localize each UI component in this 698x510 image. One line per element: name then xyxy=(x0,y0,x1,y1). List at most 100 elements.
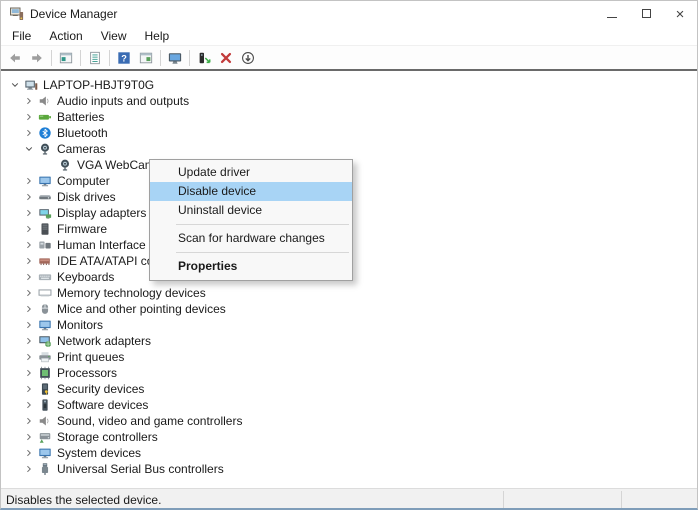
tree-item-monitors[interactable]: Monitors xyxy=(1,317,697,333)
tree-item-sound-video-and-game-controllers[interactable]: Sound, video and game controllers xyxy=(1,413,697,429)
status-divider xyxy=(621,491,622,509)
speaker-icon xyxy=(37,413,53,429)
chevron-right-icon[interactable] xyxy=(21,429,37,445)
tree-item-print-queues[interactable]: Print queues xyxy=(1,349,697,365)
toolbar-separator xyxy=(160,50,161,66)
disk-icon xyxy=(37,189,53,205)
chevron-right-icon[interactable] xyxy=(21,301,37,317)
chevron-right-icon[interactable] xyxy=(21,381,37,397)
context-menu-item-disable-device[interactable]: Disable device xyxy=(150,182,352,201)
speaker-icon xyxy=(37,93,53,109)
menu-file[interactable]: File xyxy=(3,28,40,44)
chevron-right-icon[interactable] xyxy=(21,349,37,365)
minimize-button[interactable] xyxy=(595,1,629,27)
chevron-right-icon[interactable] xyxy=(21,125,37,141)
close-button[interactable]: × xyxy=(663,1,697,27)
tree-item-audio-inputs-and-outputs[interactable]: Audio inputs and outputs xyxy=(1,93,697,109)
tree-item-network-adapters[interactable]: Network adapters xyxy=(1,333,697,349)
menu-help[interactable]: Help xyxy=(136,28,179,44)
properties-window-icon xyxy=(138,50,154,66)
chevron-right-icon[interactable] xyxy=(21,333,37,349)
toolbar-button-show-console-tree[interactable] xyxy=(55,47,77,68)
tree-item-cameras[interactable]: Cameras xyxy=(1,141,697,157)
chevron-down-icon[interactable] xyxy=(7,77,23,93)
hid-icon xyxy=(37,237,53,253)
tree-item-label: Firmware xyxy=(57,222,107,236)
menu-action[interactable]: Action xyxy=(40,28,91,44)
context-menu-separator xyxy=(176,224,349,225)
status-bar: Disables the selected device. xyxy=(1,488,697,510)
uninstall-icon xyxy=(218,50,234,66)
maximize-button[interactable] xyxy=(629,1,663,27)
tree-item-label: Audio inputs and outputs xyxy=(57,94,189,108)
context-menu-item-scan-for-hardware-changes[interactable]: Scan for hardware changes xyxy=(150,229,352,248)
chevron-right-icon[interactable] xyxy=(21,237,37,253)
tree-item-label: VGA WebCam xyxy=(77,158,155,172)
tree-item-software-devices[interactable]: Software devices xyxy=(1,397,697,413)
tree-item-label: Disk drives xyxy=(57,190,116,204)
chevron-right-icon[interactable] xyxy=(21,445,37,461)
chevron-right-icon[interactable] xyxy=(21,397,37,413)
chevron-right-icon[interactable] xyxy=(21,205,37,221)
tree-item-batteries[interactable]: Batteries xyxy=(1,109,697,125)
tree-item-label: Monitors xyxy=(57,318,103,332)
tree-item-label: LAPTOP-HBJT9T0G xyxy=(43,78,154,92)
disable-icon xyxy=(240,50,256,66)
tree-item-label: System devices xyxy=(57,446,141,460)
toolbar-button-export-list[interactable] xyxy=(84,47,106,68)
toolbar-button-back[interactable] xyxy=(4,47,26,68)
monitor-icon xyxy=(167,50,183,66)
tree-item-bluetooth[interactable]: Bluetooth xyxy=(1,125,697,141)
tree-item-label: Security devices xyxy=(57,382,144,396)
toolbar-button-update-driver[interactable] xyxy=(193,47,215,68)
tree-item-label: Computer xyxy=(57,174,110,188)
toolbar-button-help-topics[interactable] xyxy=(164,47,186,68)
mouse-icon xyxy=(37,301,53,317)
chevron-right-icon[interactable] xyxy=(21,269,37,285)
toolbar-button-disable-device[interactable] xyxy=(237,47,259,68)
tree-item-storage-controllers[interactable]: Storage controllers xyxy=(1,429,697,445)
chevron-right-icon[interactable] xyxy=(21,253,37,269)
context-menu-item-uninstall-device[interactable]: Uninstall device xyxy=(150,201,352,220)
chevron-right-icon[interactable] xyxy=(21,221,37,237)
chevron-right-icon[interactable] xyxy=(21,317,37,333)
monitor-blue-icon xyxy=(37,317,53,333)
chevron-right-icon[interactable] xyxy=(21,461,37,477)
window-controls: × xyxy=(595,1,697,27)
toolbar-separator xyxy=(80,50,81,66)
tree-item-processors[interactable]: Processors xyxy=(1,365,697,381)
chevron-down-icon[interactable] xyxy=(21,141,37,157)
keyboard-icon xyxy=(37,269,53,285)
webcam-icon xyxy=(37,141,53,157)
console-window-icon xyxy=(58,50,74,66)
chevron-right-icon[interactable] xyxy=(21,285,37,301)
chevron-right-icon[interactable] xyxy=(21,365,37,381)
export-list-icon xyxy=(87,50,103,66)
context-menu-separator xyxy=(176,252,349,253)
chevron-right-icon[interactable] xyxy=(21,109,37,125)
context-menu-item-properties[interactable]: Properties xyxy=(150,257,352,276)
tree-item-mice-and-other-pointing-devices[interactable]: Mice and other pointing devices xyxy=(1,301,697,317)
network-icon xyxy=(37,333,53,349)
toolbar-button-help[interactable]: ? xyxy=(113,47,135,68)
window-title: Device Manager xyxy=(30,7,117,21)
toolbar-button-uninstall-device[interactable] xyxy=(215,47,237,68)
tree-item-memory-technology-devices[interactable]: Memory technology devices xyxy=(1,285,697,301)
title-bar: Device Manager × xyxy=(1,1,697,27)
back-arrow-icon xyxy=(7,50,23,66)
tree-item-laptop-hbjt9t0g[interactable]: LAPTOP-HBJT9T0G xyxy=(1,77,697,93)
menu-view[interactable]: View xyxy=(92,28,136,44)
tree-item-universal-serial-bus-controllers[interactable]: Universal Serial Bus controllers xyxy=(1,461,697,477)
help-icon: ? xyxy=(116,50,132,66)
context-menu-item-update-driver[interactable]: Update driver xyxy=(150,163,352,182)
toolbar-button-forward[interactable] xyxy=(26,47,48,68)
tree-item-system-devices[interactable]: System devices xyxy=(1,445,697,461)
tree-item-security-devices[interactable]: Security devices xyxy=(1,381,697,397)
tree-item-label: Print queues xyxy=(57,350,124,364)
chevron-right-icon[interactable] xyxy=(21,189,37,205)
chevron-right-icon[interactable] xyxy=(21,413,37,429)
toolbar-button-properties[interactable] xyxy=(135,47,157,68)
svg-text:?: ? xyxy=(121,53,127,63)
chevron-right-icon[interactable] xyxy=(21,173,37,189)
chevron-right-icon[interactable] xyxy=(21,93,37,109)
